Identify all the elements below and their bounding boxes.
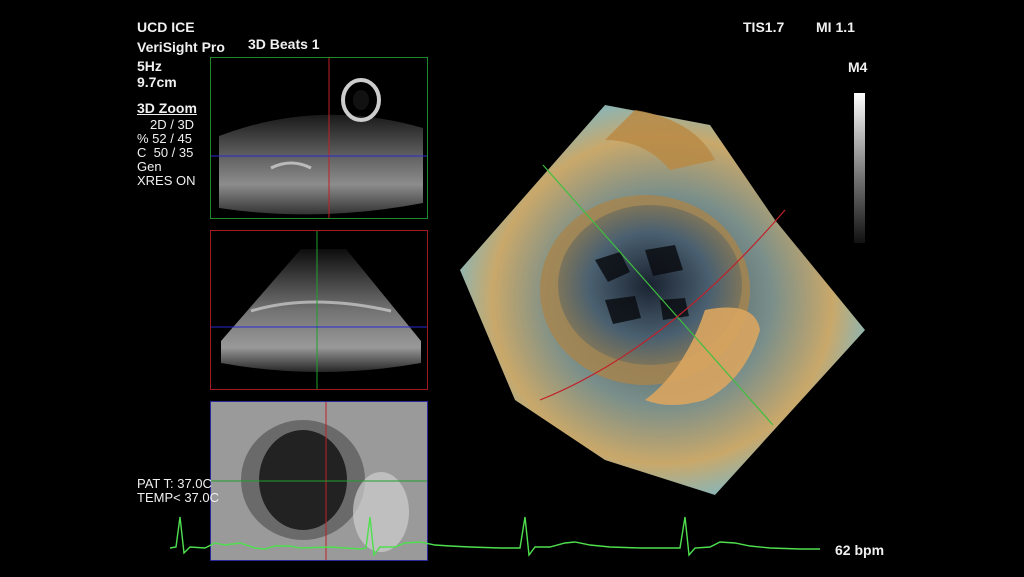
param-line: Gen bbox=[137, 159, 162, 174]
mode-title: 3D Beats 1 bbox=[248, 36, 320, 52]
upper-2d-pane[interactable] bbox=[210, 57, 428, 219]
ecg-trace bbox=[169, 516, 820, 557]
frequency-readout: 5Hz bbox=[137, 58, 162, 74]
tis-readout: TIS1.7 bbox=[743, 19, 785, 35]
depth-readout: 9.7cm bbox=[137, 74, 177, 90]
patient-temp-readout: PAT T: 37.0C bbox=[137, 476, 212, 491]
mi-readout: MI 1.1 bbox=[816, 19, 855, 35]
param-line: XRES ON bbox=[137, 173, 196, 188]
probe-temp-readout: TEMP< 37.0C bbox=[137, 490, 220, 505]
param-line: % 52 / 45 bbox=[137, 131, 192, 146]
param-line: C 50 / 35 bbox=[137, 145, 194, 160]
zoom-section-title: 3D Zoom bbox=[137, 100, 197, 116]
heart-rate-readout: 62 bpm bbox=[835, 542, 885, 558]
system-label: UCD ICE bbox=[137, 19, 195, 35]
probe-label: VeriSight Pro bbox=[137, 39, 225, 55]
param-line: 2D / 3D bbox=[150, 117, 195, 132]
grayscale-map-label: M4 bbox=[848, 59, 868, 75]
3d-volume-render[interactable] bbox=[455, 100, 870, 505]
middle-2d-pane[interactable] bbox=[210, 230, 428, 390]
